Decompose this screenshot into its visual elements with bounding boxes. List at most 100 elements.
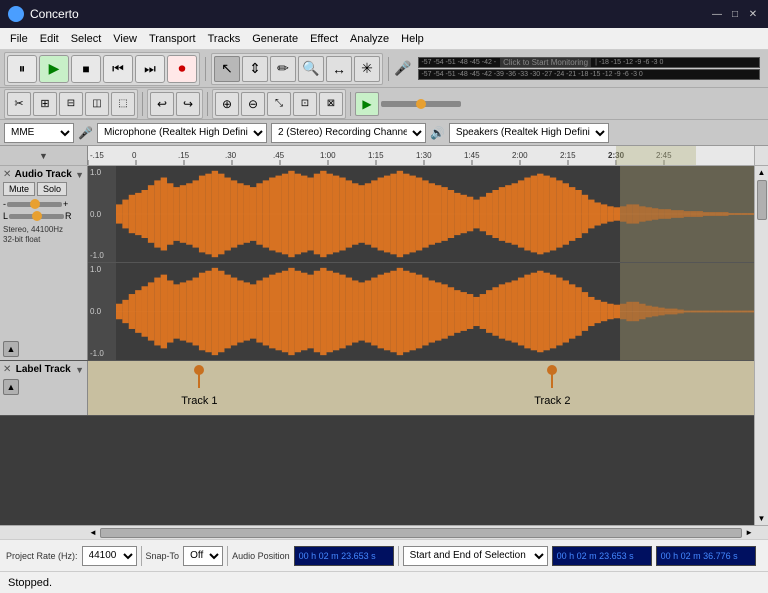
undo-button[interactable]: ↩ — [150, 92, 174, 116]
menu-analyze[interactable]: Analyze — [344, 31, 395, 47]
mute-button[interactable]: Mute — [3, 182, 35, 196]
menu-transport[interactable]: Transport — [143, 31, 202, 47]
vscroll-thumb[interactable] — [757, 180, 767, 220]
trim-button[interactable]: ◫ — [85, 92, 109, 116]
y-top-2: 1.0 — [90, 265, 114, 274]
audio-track-expand-btn[interactable]: ▲ — [3, 341, 19, 357]
pan-right-label: R — [65, 211, 72, 221]
label-track-close[interactable]: ✕ — [3, 364, 11, 375]
hscroll-thumb[interactable] — [100, 528, 742, 538]
toolbar-row1: ⏸ ▶ ■ ⏮ ⏭ ⏺ ↖ ⇕ ✏ 🔍 ↔ ✳ 🎤 -57 -54 -51 -4… — [0, 50, 768, 88]
paste-button[interactable]: ⊟ — [59, 92, 83, 116]
y-bot-1: -1.0 — [90, 251, 114, 260]
snap-to-select[interactable]: Off — [183, 546, 223, 566]
vu-meters[interactable]: -57 -54 -51 -48 -45 -42 - Click to Start… — [418, 57, 760, 80]
collapse-all-icon[interactable]: ▼ — [39, 151, 48, 161]
zoom-fit-button[interactable]: ⤡ — [267, 92, 291, 116]
solo-button[interactable]: Solo — [37, 182, 67, 196]
menu-select[interactable]: Select — [65, 31, 108, 47]
pause-button[interactable]: ⏸ — [7, 55, 37, 83]
tool-zoom[interactable]: 🔍 — [298, 56, 324, 82]
copy-button[interactable]: ⊞ — [33, 92, 57, 116]
svg-text:1:45: 1:45 — [464, 151, 480, 160]
gain-slider[interactable] — [7, 202, 62, 207]
vu-monitor-label: Click to Start Monitoring — [500, 58, 591, 67]
maximize-btn[interactable]: □ — [728, 7, 742, 21]
waveform-channel-2: 1.0 0.0 -1.0 — [88, 263, 754, 360]
cut-button[interactable]: ✂ — [7, 92, 31, 116]
sep-bc3 — [398, 546, 399, 566]
channels-select[interactable]: 2 (Stereo) Recording Channels — [271, 123, 426, 143]
close-btn[interactable]: ✕ — [746, 7, 760, 21]
pan-left-label: L — [3, 211, 8, 221]
sel-start-value: 00 h 02 m 23.653 s — [557, 551, 634, 561]
redo-button[interactable]: ↪ — [176, 92, 200, 116]
forward-button[interactable]: ⏭ — [135, 55, 165, 83]
label-track-collapse[interactable]: ▼ — [75, 365, 84, 375]
zoom-out-button[interactable]: ⊖ — [241, 92, 265, 116]
sep-bc2 — [227, 546, 228, 566]
app-title: Concerto — [30, 7, 79, 21]
audio-track: ✕ Audio Track ▼ Mute Solo - + — [0, 166, 754, 361]
project-rate-label: Project Rate (Hz): — [6, 551, 78, 561]
rewind-button[interactable]: ⏮ — [103, 55, 133, 83]
record-button[interactable]: ⏺ — [167, 55, 197, 83]
tool-draw[interactable]: ✏ — [270, 56, 296, 82]
vu-scale-bot: -57 -54 -51 -48 -45 -42 -39 -36 -33 -30 … — [421, 71, 642, 78]
vertical-scrollbar[interactable]: ▲ ▼ — [754, 166, 768, 525]
transport-group: ⏸ ▶ ■ ⏮ ⏭ ⏺ — [4, 52, 200, 86]
empty-track-area — [0, 416, 754, 525]
tool-envelope[interactable]: ⇕ — [242, 56, 268, 82]
menu-tracks[interactable]: Tracks — [202, 31, 247, 47]
menu-generate[interactable]: Generate — [246, 31, 304, 47]
zoom-out-full-button[interactable]: ⊠ — [319, 92, 343, 116]
titlebar: Concerto — □ ✕ — [0, 0, 768, 28]
bottom-controls: Project Rate (Hz): 44100 Snap-To Off Aud… — [0, 539, 768, 571]
y-mid-1: 0.0 — [90, 210, 114, 219]
minimize-btn[interactable]: — — [710, 7, 724, 21]
gain-plus-label: + — [63, 199, 68, 209]
project-rate-select[interactable]: 44100 — [82, 546, 137, 566]
hscroll-left-btn[interactable]: ◄ — [88, 527, 98, 538]
audio-track-collapse[interactable]: ▼ — [75, 170, 84, 180]
app-title-area: Concerto — [8, 6, 79, 22]
menu-help[interactable]: Help — [395, 31, 430, 47]
menu-file[interactable]: File — [4, 31, 34, 47]
audio-position-input[interactable]: 00 h 02 m 23.653 s — [294, 546, 394, 566]
silence-button[interactable]: ⬚ — [111, 92, 135, 116]
output-device-select[interactable]: Speakers (Realtek High Definiti — [449, 123, 609, 143]
tool-scroll[interactable]: ↔ — [326, 56, 352, 82]
audio-track-content[interactable]: 1.0 0.0 -1.0 — [88, 166, 754, 360]
host-select[interactable]: MME — [4, 123, 74, 143]
selection-type-select[interactable]: Start and End of Selection — [403, 546, 548, 566]
horizontal-scrollbar[interactable]: ◄ ► — [0, 525, 768, 539]
svg-text:1:00: 1:00 — [320, 151, 336, 160]
play-button[interactable]: ▶ — [39, 55, 69, 83]
label-track: ✕ Label Track ▼ ▲ Track 1 — [0, 361, 754, 416]
label-text-1: Track 1 — [181, 395, 217, 407]
waveform-svg-ch1 — [116, 166, 754, 262]
hscroll-right-btn[interactable]: ► — [744, 527, 754, 538]
sel-end-input[interactable]: 00 h 02 m 36.776 s — [656, 546, 756, 566]
label-track-content[interactable]: Track 1 Track 2 — [88, 361, 754, 415]
menu-view[interactable]: View — [107, 31, 143, 47]
tool-multitool[interactable]: ✳ — [354, 56, 380, 82]
tool-selection[interactable]: ↖ — [214, 56, 240, 82]
menu-effect[interactable]: Effect — [304, 31, 344, 47]
pan-slider[interactable] — [9, 214, 64, 219]
microphone-icon: 🎤 — [78, 126, 93, 140]
sep1 — [205, 57, 206, 81]
stop-button[interactable]: ■ — [71, 55, 101, 83]
label-track-expand-btn[interactable]: ▲ — [3, 379, 19, 395]
audio-track-close[interactable]: ✕ — [3, 169, 11, 180]
zoom-sel-button[interactable]: ⊡ — [293, 92, 317, 116]
vscroll-up-btn[interactable]: ▲ — [757, 167, 767, 178]
input-device-select[interactable]: Microphone (Realtek High Defini — [97, 123, 267, 143]
vscroll-down-btn[interactable]: ▼ — [757, 513, 767, 524]
menu-edit[interactable]: Edit — [34, 31, 65, 47]
sel-start-input[interactable]: 00 h 02 m 23.653 s — [552, 546, 652, 566]
zoom-in-button[interactable]: ⊕ — [215, 92, 239, 116]
playback-speed-slider[interactable] — [381, 101, 461, 107]
play-at-speed-button[interactable]: ▶ — [355, 92, 379, 116]
window-controls[interactable]: — □ ✕ — [710, 7, 760, 21]
